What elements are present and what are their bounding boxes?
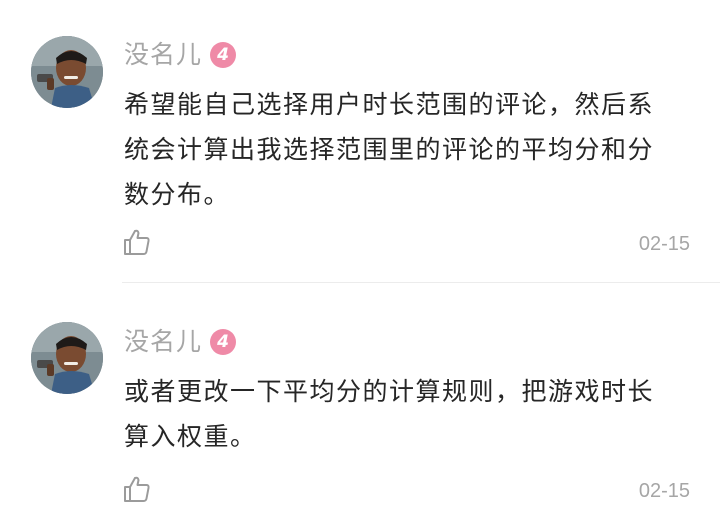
comment-item: 没名儿 4 或者更改一下平均分的计算规则，把游戏时长 算入权重。 02-15	[0, 283, 720, 527]
thumbs-up-icon	[124, 476, 150, 502]
comment-date: 02-15	[638, 233, 690, 255]
level-badge: 4	[210, 42, 237, 68]
comment-item: 没名儿 4 希望能自己选择用户时长范围的评论，然后系 统会计算出我选择范围里的评…	[0, 0, 720, 282]
comment-date: 02-15	[638, 480, 690, 502]
like-button[interactable]	[122, 227, 152, 257]
like-button[interactable]	[122, 474, 152, 504]
avatar-image	[31, 36, 103, 108]
username[interactable]: 没名儿	[124, 325, 202, 359]
comment-text: 希望能自己选择用户时长范围的评论，然后系 统会计算出我选择范围里的评论的平均分和…	[124, 82, 694, 217]
level-badge: 4	[210, 329, 237, 355]
comment-line: 或者更改一下平均分的计算规则，把游戏时长	[124, 377, 655, 406]
comment-line: 希望能自己选择用户时长范围的评论，然后系	[124, 90, 655, 119]
thumbs-up-icon	[124, 229, 150, 255]
comment-line: 统会计算出我选择范围里的评论的平均分和分	[124, 135, 655, 164]
avatar-image	[31, 322, 103, 394]
comment-text: 或者更改一下平均分的计算规则，把游戏时长 算入权重。	[124, 369, 694, 459]
avatar[interactable]	[31, 36, 103, 108]
username-row: 没名儿 4	[124, 325, 237, 359]
avatar[interactable]	[31, 322, 103, 394]
comment-line: 算入权重。	[124, 422, 257, 451]
username-row: 没名儿 4	[124, 38, 237, 72]
username[interactable]: 没名儿	[124, 38, 202, 72]
comment-line: 数分布。	[124, 180, 231, 209]
